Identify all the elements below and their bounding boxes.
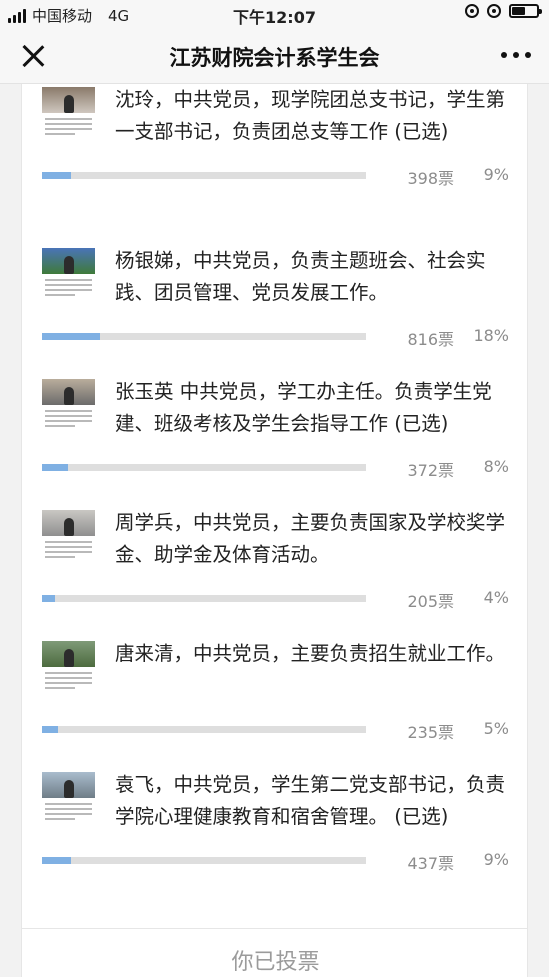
candidate-description: 周学兵，中共党员，主要负责国家及学校奖学金、助学金及体育活动。 <box>115 511 506 566</box>
vote-progress-fill <box>42 172 71 179</box>
vote-progress-bar <box>42 172 366 179</box>
candidate-description: 杨银娣，中共党员，负责主题班会、社会实践、团员管理、党员发展工作。 <box>115 249 486 304</box>
vote-percent: 5% <box>483 719 509 738</box>
vote-count: 398票 <box>407 169 454 188</box>
candidate-photo <box>42 641 95 693</box>
vote-progress-fill <box>42 333 100 340</box>
candidate-item[interactable]: 袁飞，中共党员，学生第二党支部书记，负责学院心理健康教育和宿舍管理。 (已选) 4… <box>22 739 527 873</box>
vote-progress-fill <box>42 464 68 471</box>
battery-icon <box>509 4 542 18</box>
page-title: 江苏财院会计系学生会 <box>169 46 380 70</box>
orientation-lock-icon <box>465 4 479 18</box>
status-bar: 中国移动 4G 下午12:07 <box>0 0 549 28</box>
candidate-item[interactable]: 杨银娣，中共党员，负责主题班会、社会实践、团员管理、党员发展工作。 816票 18% <box>22 215 527 349</box>
candidate-description: 张玉英 中共党员，学工办主任。负责学生党建、班级考核及学生会指导工作 (已选) <box>115 380 492 435</box>
candidate-photo <box>42 379 95 431</box>
voted-button[interactable]: 你已投票 <box>22 928 527 977</box>
vote-list: 沈玲，中共党员，现学院团总支书记，学生第一支部书记，负责团总支等工作 (已选) 3… <box>21 84 528 977</box>
close-icon[interactable] <box>18 41 48 71</box>
vote-progress-bar <box>42 857 366 864</box>
candidate-description: 袁飞，中共党员，学生第二党支部书记，负责学院心理健康教育和宿舍管理。 (已选) <box>115 773 506 828</box>
status-right <box>465 4 542 18</box>
candidate-item[interactable]: 沈玲，中共党员，现学院团总支书记，学生第一支部书记，负责团总支等工作 (已选) 3… <box>22 84 527 188</box>
vote-progress-bar <box>42 333 366 340</box>
candidate-photo <box>42 87 95 139</box>
vote-progress-bar <box>42 726 366 733</box>
vote-percent: 9% <box>483 850 509 869</box>
vote-percent: 9% <box>483 165 509 184</box>
candidate-description: 沈玲，中共党员，现学院团总支书记，学生第一支部书记，负责团总支等工作 (已选) <box>115 88 506 143</box>
vote-percent: 8% <box>483 457 509 476</box>
candidate-description: 唐来清，中共党员，主要负责招生就业工作。 <box>115 642 506 665</box>
vote-progress-bar <box>42 595 366 602</box>
alarm-icon <box>487 4 501 18</box>
candidate-photo <box>42 510 95 562</box>
vote-progress-fill <box>42 857 71 864</box>
vote-progress-fill <box>42 595 55 602</box>
candidate-photo <box>42 248 95 300</box>
candidate-item[interactable]: 张玉英 中共党员，学工办主任。负责学生党建、班级考核及学生会指导工作 (已选) 3… <box>22 346 527 480</box>
vote-percent: 4% <box>483 588 509 607</box>
vote-count: 437票 <box>407 854 454 873</box>
vote-percent: 18% <box>473 326 509 345</box>
candidate-photo <box>42 772 95 824</box>
candidate-item[interactable]: 周学兵，中共党员，主要负责国家及学校奖学金、助学金及体育活动。 205票 4% <box>22 477 527 611</box>
nav-bar: 江苏财院会计系学生会 <box>0 28 549 84</box>
more-options-icon[interactable] <box>501 52 531 58</box>
vote-progress-bar <box>42 464 366 471</box>
candidate-item[interactable]: 唐来清，中共党员，主要负责招生就业工作。 235票 5% <box>22 608 527 742</box>
vote-progress-fill <box>42 726 58 733</box>
